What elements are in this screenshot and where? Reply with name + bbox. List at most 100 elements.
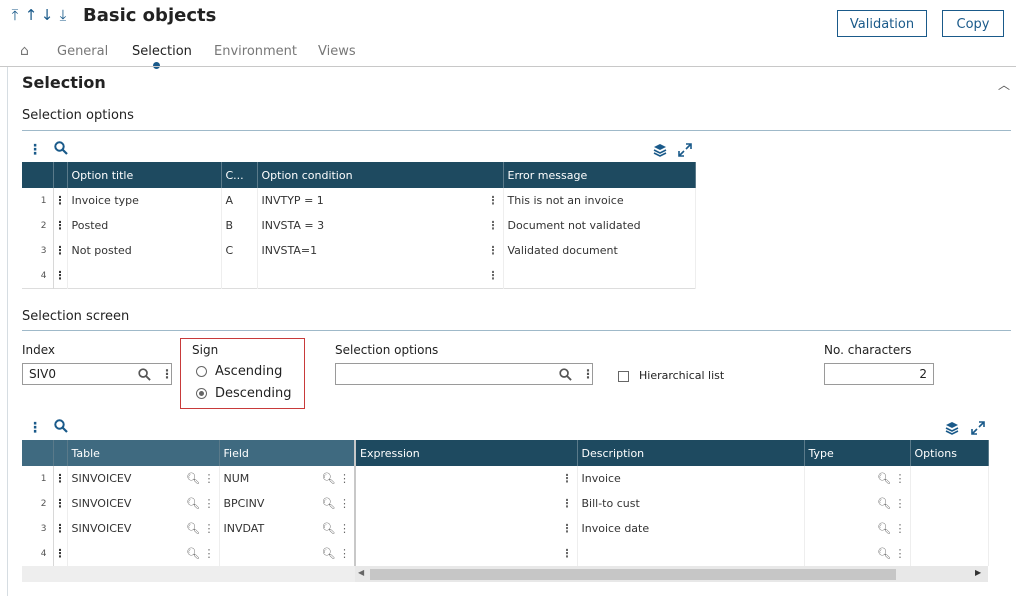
cell-code[interactable]: C	[221, 238, 258, 263]
first-record-icon[interactable]: ⤒	[8, 6, 24, 24]
cell-table[interactable]: 🔍︎ ⋮	[67, 541, 220, 566]
grid2-header-options[interactable]: Options	[910, 440, 989, 466]
cell-type[interactable]: 🔍︎ ⋮	[804, 491, 911, 516]
cell-error-message[interactable]	[503, 263, 696, 289]
tab-selection[interactable]: Selection	[132, 44, 192, 59]
cell-lookup-icon[interactable]: 🔍︎ ⋮	[186, 497, 214, 510]
table-row[interactable]: 4 ⋮ 🔍︎ ⋮ 🔍︎ ⋮ ⋮ 🔍︎ ⋮	[22, 541, 989, 566]
cell-field[interactable]: 🔍︎ ⋮	[219, 541, 356, 566]
row-menu-icon[interactable]: ⋮	[53, 188, 68, 213]
cell-menu-icon[interactable]: ⋮	[562, 547, 573, 560]
cell-menu-icon[interactable]: ⋮	[488, 194, 499, 207]
grid1-header-option-condition[interactable]: Option condition	[257, 162, 504, 188]
collapse-icon[interactable]: ︿	[998, 76, 1010, 93]
copy-button[interactable]: Copy	[942, 10, 1004, 37]
cell-options[interactable]	[910, 516, 989, 541]
scroll-left-icon[interactable]: ◀	[358, 568, 364, 577]
table-row[interactable]: 1 ⋮ Invoice type A ⋮ INVTYP = 1 This is n…	[22, 188, 696, 213]
cell-expression[interactable]: ⋮	[355, 516, 578, 541]
grid2-header-description[interactable]: Description	[577, 440, 805, 466]
hierarchical-list-option[interactable]: Hierarchical list	[618, 369, 724, 382]
selection-options-field[interactable]: ⋮	[335, 363, 594, 387]
table-row[interactable]: 4 ⋮ ⋮	[22, 263, 696, 289]
cell-code[interactable]	[221, 263, 258, 289]
grid2-header-field[interactable]: Field	[219, 440, 356, 466]
cell-lookup-icon[interactable]: 🔍︎ ⋮	[322, 547, 350, 560]
cell-type[interactable]: 🔍︎ ⋮	[804, 541, 911, 566]
row-menu-icon[interactable]: ⋮	[53, 516, 68, 541]
cell-lookup-icon[interactable]: 🔍︎ ⋮	[322, 472, 350, 485]
cell-menu-icon[interactable]: ⋮	[562, 497, 573, 510]
cell-menu-icon[interactable]: ⋮	[488, 269, 499, 282]
sign-ascending-option[interactable]: Ascending	[196, 364, 282, 379]
cell-lookup-icon[interactable]: 🔍︎ ⋮	[186, 472, 214, 485]
grid1-header-error-message[interactable]: Error message	[503, 162, 696, 188]
cell-expression[interactable]: ⋮	[355, 491, 578, 516]
cell-options[interactable]	[910, 541, 989, 566]
cell-code[interactable]: B	[221, 213, 258, 238]
grid1-header-code[interactable]: C...	[221, 162, 258, 188]
row-menu-icon[interactable]: ⋮	[53, 466, 68, 491]
cell-option-title[interactable]: Posted	[67, 213, 222, 238]
cell-menu-icon[interactable]: ⋮	[488, 244, 499, 257]
previous-record-icon[interactable]: ↑	[24, 6, 40, 24]
grid1-header-option-title[interactable]: Option title	[67, 162, 222, 188]
tab-general[interactable]: General	[57, 44, 108, 59]
row-menu-icon[interactable]: ⋮	[53, 213, 68, 238]
cell-expression[interactable]: ⋮	[355, 466, 578, 491]
cell-option-condition[interactable]: ⋮ INVSTA=1	[257, 238, 504, 263]
grid2-layers-icon[interactable]	[945, 421, 959, 438]
row-menu-icon[interactable]: ⋮	[53, 541, 68, 566]
index-field[interactable]: SIV0 ⋮	[22, 363, 173, 387]
cell-options[interactable]	[910, 466, 989, 491]
hierarchical-list-checkbox[interactable]	[618, 370, 629, 382]
cell-lookup-icon[interactable]: 🔍︎ ⋮	[877, 522, 905, 535]
home-icon[interactable]: ⌂	[20, 43, 29, 59]
scrollbar-thumb[interactable]	[370, 569, 896, 580]
next-record-icon[interactable]: ↓	[40, 6, 56, 24]
cell-expression[interactable]: ⋮	[355, 541, 578, 566]
index-search-icon[interactable]	[138, 367, 151, 387]
grid2-header-expression[interactable]: Expression	[355, 440, 578, 466]
cell-description[interactable]	[577, 541, 805, 566]
tab-environment[interactable]: Environment	[214, 44, 297, 59]
cell-lookup-icon[interactable]: 🔍︎ ⋮	[322, 497, 350, 510]
row-menu-icon[interactable]: ⋮	[53, 238, 68, 263]
grid2-menu-icon[interactable]: ⋮	[28, 420, 42, 436]
last-record-icon[interactable]: ⤓	[56, 6, 72, 24]
cell-description[interactable]: Invoice	[577, 466, 805, 491]
scroll-right-icon[interactable]: ▶	[975, 568, 981, 577]
cell-lookup-icon[interactable]: 🔍︎ ⋮	[186, 547, 214, 560]
cell-lookup-icon[interactable]: 🔍︎ ⋮	[322, 522, 350, 535]
cell-table[interactable]: 🔍︎ ⋮ SINVOICEV	[67, 466, 220, 491]
cell-lookup-icon[interactable]: 🔍︎ ⋮	[186, 522, 214, 535]
selection-options-search-icon[interactable]	[559, 367, 572, 387]
cell-option-condition[interactable]: ⋮ INVSTA = 3	[257, 213, 504, 238]
cell-description[interactable]: Bill-to cust	[577, 491, 805, 516]
grid1-expand-icon[interactable]	[678, 143, 692, 160]
no-characters-field[interactable]: 2	[824, 363, 934, 385]
cell-field[interactable]: 🔍︎ ⋮ INVDAT	[219, 516, 356, 541]
grid1-search-icon[interactable]	[54, 141, 68, 159]
row-menu-icon[interactable]: ⋮	[53, 491, 68, 516]
tab-views[interactable]: Views	[318, 44, 356, 59]
grid2-search-icon[interactable]	[54, 419, 68, 437]
grid1-menu-icon[interactable]: ⋮	[28, 142, 42, 158]
cell-table[interactable]: 🔍︎ ⋮ SINVOICEV	[67, 491, 220, 516]
cell-lookup-icon[interactable]: 🔍︎ ⋮	[877, 497, 905, 510]
cell-type[interactable]: 🔍︎ ⋮	[804, 516, 911, 541]
table-row[interactable]: 2 ⋮ 🔍︎ ⋮ SINVOICEV 🔍︎ ⋮ BPCINV ⋮ Bill-to c…	[22, 491, 989, 516]
cell-menu-icon[interactable]: ⋮	[488, 219, 499, 232]
selection-options-menu-icon[interactable]: ⋮	[582, 364, 594, 384]
table-row[interactable]: 1 ⋮ 🔍︎ ⋮ SINVOICEV 🔍︎ ⋮ NUM ⋮ Invoice 🔍︎ ⋮	[22, 466, 989, 491]
cell-description[interactable]: Invoice date	[577, 516, 805, 541]
cell-menu-icon[interactable]: ⋮	[562, 472, 573, 485]
table-row[interactable]: 3 ⋮ 🔍︎ ⋮ SINVOICEV 🔍︎ ⋮ INVDAT ⋮ Invoice d…	[22, 516, 989, 541]
table-row[interactable]: 2 ⋮ Posted B ⋮ INVSTA = 3 Document not va…	[22, 213, 696, 238]
radio-descending[interactable]	[196, 388, 207, 399]
grid2-header-type[interactable]: Type	[804, 440, 911, 466]
cell-option-condition[interactable]: ⋮ INVTYP = 1	[257, 188, 504, 213]
cell-error-message[interactable]: Validated document	[503, 238, 696, 263]
validation-button[interactable]: Validation	[837, 10, 927, 37]
grid2-expand-icon[interactable]	[971, 421, 985, 438]
